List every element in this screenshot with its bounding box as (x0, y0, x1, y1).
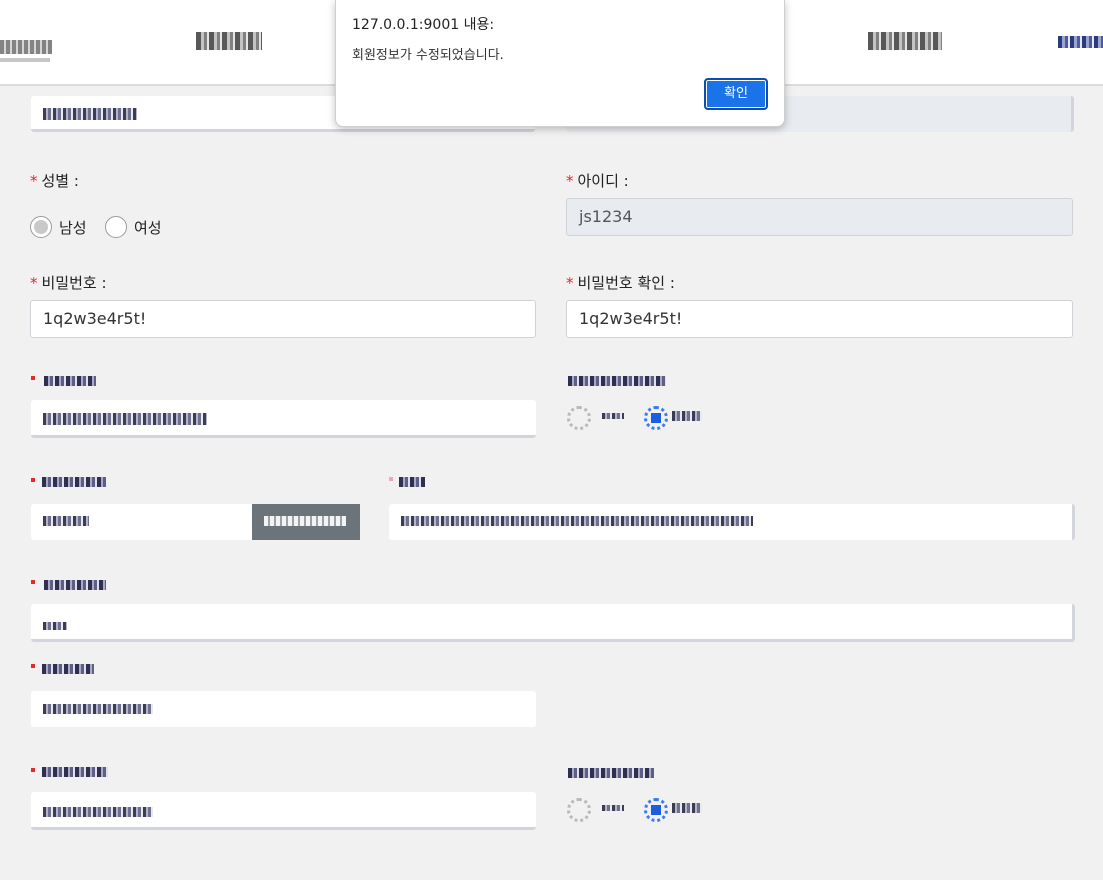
email-consent-label (568, 376, 666, 386)
required-mark (31, 376, 35, 380)
alert-dialog-message: 회원정보가 수정되었습니다. (352, 48, 504, 63)
required-mark (31, 478, 35, 482)
required-mark: * (566, 274, 574, 292)
alert-ok-button[interactable]: 확인 (704, 78, 768, 110)
birth-label (42, 664, 94, 674)
password-confirm-field[interactable]: 1q2w3e4r5t! (566, 300, 1073, 338)
postcode-search-button-label (264, 516, 346, 526)
nav-item-2[interactable] (868, 32, 942, 50)
address-field-value (401, 516, 753, 526)
email-field-value (43, 413, 207, 425)
sms-consent-no-label (602, 805, 624, 811)
gender-option-male-label: 남성 (59, 219, 87, 237)
logo-mark (0, 40, 52, 54)
password-label-text: 비밀번호 : (41, 274, 107, 292)
optional-mark (389, 477, 393, 481)
gender-label-text: 성별 : (41, 172, 79, 190)
user-id-label-text: 아이디 : (577, 172, 629, 190)
postcode-search-button[interactable] (252, 504, 360, 540)
postcode-field[interactable] (31, 504, 253, 540)
gender-radio-male[interactable] (30, 216, 52, 238)
detail-address-field-value (43, 622, 67, 630)
address-field[interactable] (389, 504, 1075, 540)
password-confirm-label-text: 비밀번호 확인 : (577, 274, 675, 292)
sms-consent-label (568, 768, 654, 778)
email-field[interactable] (31, 400, 536, 438)
required-mark: * (30, 274, 38, 292)
detail-address-field[interactable] (31, 604, 1075, 642)
alert-dialog: 127.0.0.1:9001 내용: 회원정보가 수정되었습니다. 확인 (335, 0, 785, 127)
sms-consent-radio-no[interactable] (567, 798, 591, 822)
email-consent-no-label (602, 413, 624, 419)
name-field-value (43, 108, 137, 120)
password-confirm-label: * 비밀번호 확인 : (566, 272, 675, 293)
postcode-label (42, 477, 106, 487)
nav-item-3[interactable] (1058, 36, 1103, 48)
phone-field[interactable] (31, 792, 536, 830)
detail-address-label (44, 580, 106, 590)
postcode-field-value (43, 516, 89, 526)
password-label: * 비밀번호 : (30, 272, 107, 293)
gender-label: * 성별 : (30, 170, 79, 191)
user-id-field: js1234 (566, 198, 1073, 236)
email-label (44, 376, 96, 386)
nav-item-1[interactable] (196, 32, 262, 50)
gender-radio-female[interactable] (105, 216, 127, 238)
user-id-label: * 아이디 : (566, 170, 629, 191)
required-mark (31, 768, 35, 772)
password-field[interactable]: 1q2w3e4r5t! (30, 300, 536, 338)
alert-dialog-title: 127.0.0.1:9001 내용: (352, 17, 495, 33)
required-mark (31, 664, 35, 668)
sms-consent-yes-label (672, 803, 702, 813)
email-consent-yes-label (672, 411, 702, 421)
address-label (399, 477, 425, 487)
email-consent-radio-no[interactable] (567, 406, 591, 430)
sms-consent-radio-yes[interactable] (644, 798, 668, 822)
phone-label (42, 767, 108, 777)
gender-option-female-label: 여성 (134, 219, 162, 237)
required-mark (31, 580, 35, 584)
site-logo[interactable] (0, 38, 58, 68)
birth-field-value (43, 704, 153, 714)
email-consent-radio-yes[interactable] (644, 406, 668, 430)
logo-subtext (0, 58, 50, 62)
required-mark: * (30, 172, 38, 190)
birth-field[interactable] (31, 691, 536, 727)
phone-field-value (43, 807, 153, 817)
required-mark: * (566, 172, 574, 190)
